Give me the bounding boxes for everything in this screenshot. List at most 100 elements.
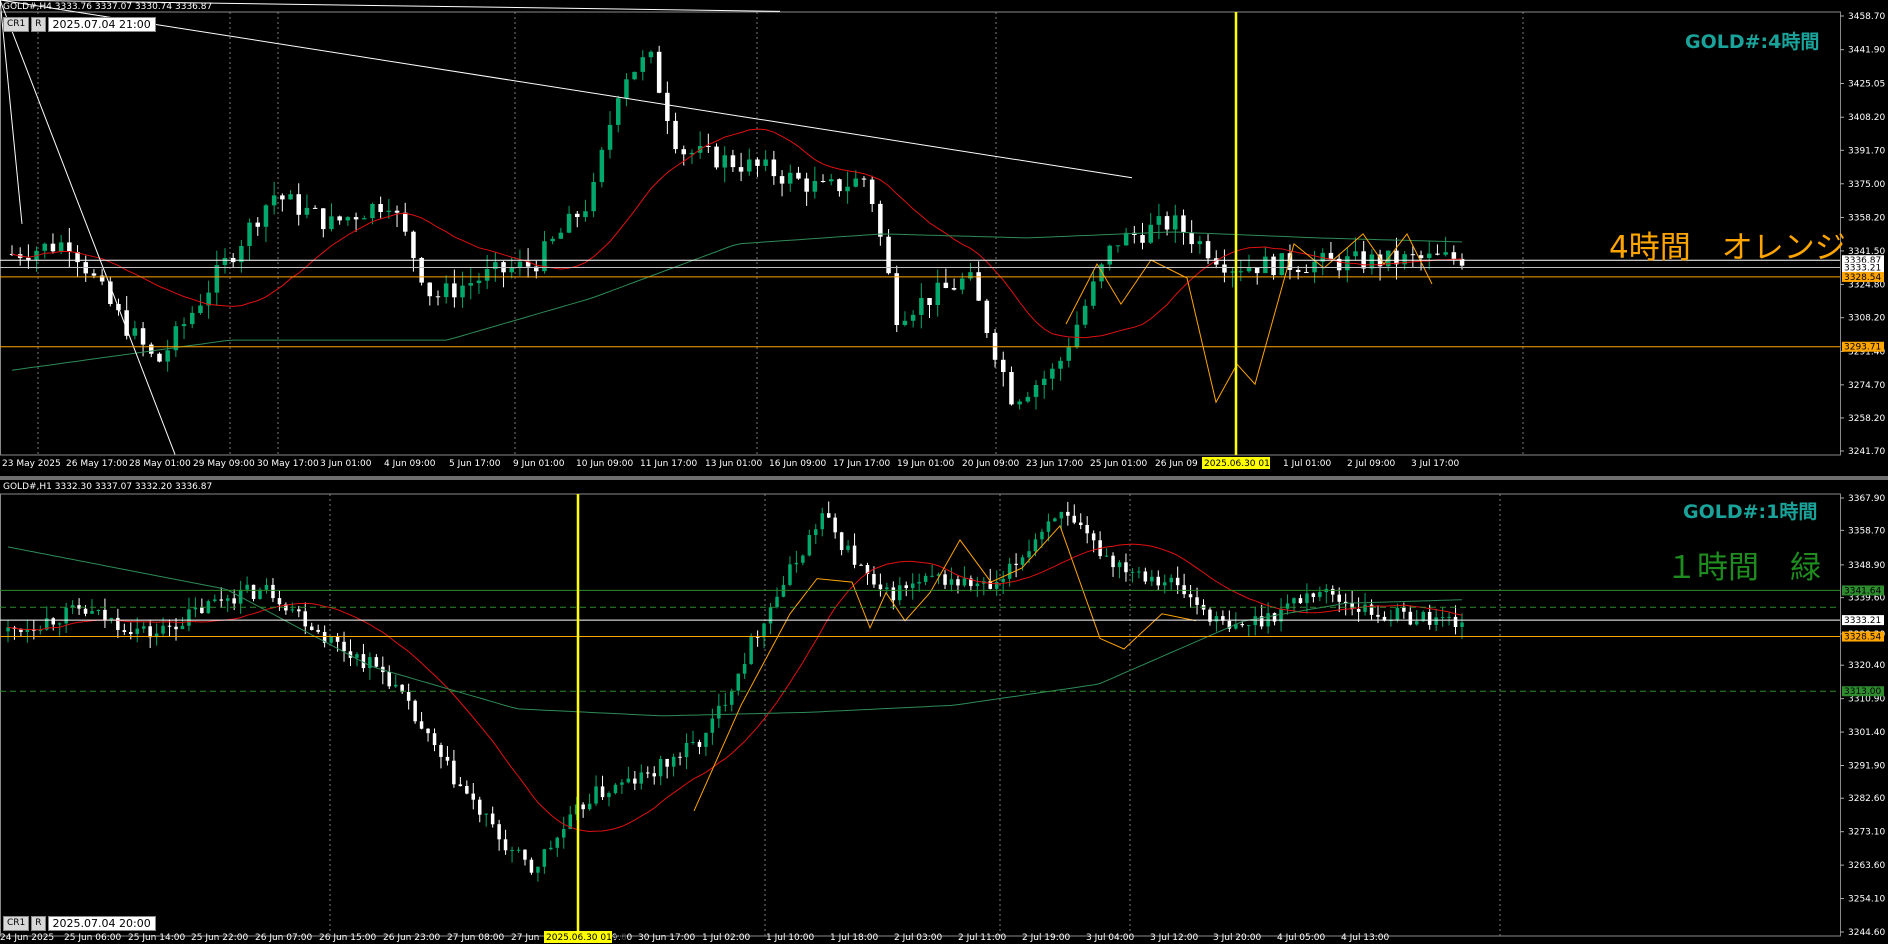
pane2-candle-body — [329, 636, 333, 643]
pane1-candle-body — [706, 146, 711, 147]
pane2-candle-body — [484, 813, 488, 815]
pane1-candle-body — [1156, 216, 1162, 225]
pane1-candle-body — [427, 282, 432, 297]
pane2-candle-body — [1188, 594, 1193, 598]
h1-r-button[interactable]: R — [31, 916, 46, 931]
pane2-price-label: 3291.90 — [1848, 762, 1885, 772]
h4-r-button[interactable]: R — [31, 17, 46, 32]
pane1-candle-body — [730, 155, 736, 168]
pane2-candle-body — [1427, 612, 1432, 625]
pane2-candle-body — [148, 626, 152, 638]
pane2-candle-body — [503, 839, 508, 851]
pane2-candle-body — [135, 628, 139, 634]
pane2-candle-body — [1091, 533, 1096, 541]
pane1-candle-body — [321, 208, 326, 230]
pane2-candle-body — [723, 704, 728, 706]
pane2-candle-body — [943, 574, 947, 585]
pane2-candle-body — [342, 641, 346, 652]
h4-chart-pane[interactable]: 3458.70 3441.90 3425.05 3408.20 3391.70 3375.… — [0, 0, 1888, 476]
h1-datetime-box[interactable]: 2025.07.04 20:00 — [47, 916, 156, 931]
pane1-candle-body — [1197, 241, 1203, 245]
pane1-candle-body — [1115, 245, 1121, 247]
pane2-candle-body — [594, 786, 598, 804]
pane2-time-label: 26 Jun 15:00 — [319, 933, 376, 943]
h1-cr1-button[interactable]: CR1 — [3, 916, 30, 931]
pane1-candle-body — [443, 283, 449, 298]
pane1-candle-body — [804, 178, 809, 192]
pane1-candle-body — [419, 258, 424, 283]
pane1-price-label: 3308.20 — [1848, 314, 1885, 324]
pane1-candle-body — [1033, 385, 1039, 397]
pane2-candle-body — [413, 700, 417, 722]
pane1-candle-body — [1263, 256, 1268, 274]
h1-chart-canvas[interactable]: 3367.903358.703348.903339.603329.303320.… — [0, 480, 1888, 944]
pane2-time-label: 1 Jul 10:00 — [766, 933, 815, 943]
pane2-price-label: 3273.10 — [1848, 828, 1885, 838]
pane2-candle-body — [361, 654, 366, 669]
pane2-candle-body — [1137, 571, 1141, 573]
pane1-candle-body — [484, 269, 490, 281]
pane2-candle-body — [465, 786, 469, 794]
pane1-time-label: 9 Jun 01:00 — [513, 459, 565, 469]
pane1-candle-body — [607, 124, 613, 150]
pane2-candle-body — [523, 849, 527, 860]
pane2-candle-body — [671, 756, 676, 767]
pane2-candle-body — [1020, 557, 1025, 565]
pane1-time-label: 16 Jun 09:00 — [769, 459, 826, 469]
pane2-candle-body — [962, 578, 967, 586]
pane1-candle-body — [755, 159, 760, 166]
pane1-candle-body — [829, 179, 834, 182]
pane1-candle-body — [312, 207, 318, 209]
pane1-time-label: 29 May 09:00 — [193, 459, 255, 469]
h4-chart-canvas[interactable]: 3458.70 3441.90 3425.05 3408.20 3391.70 3375.… — [0, 0, 1888, 476]
pane2-candle-body — [439, 745, 443, 757]
pane1-candle-body — [878, 203, 883, 237]
pane2-candle-body — [891, 587, 896, 601]
pane2-candle-body — [200, 607, 204, 614]
pane2-candle-body — [749, 636, 753, 664]
pane2-candle-body — [898, 585, 902, 601]
pane2-candle-body — [219, 599, 223, 601]
pane2-candle-body — [445, 756, 450, 761]
pane1-candle-body — [1443, 252, 1448, 255]
pane2-candle-body — [1124, 562, 1128, 573]
pane2-candle-body — [1111, 555, 1115, 568]
pane2-candle-body — [1040, 531, 1044, 540]
pane1-time-label: 10 Jun 09:00 — [576, 459, 633, 469]
pane2-candle-body — [600, 786, 605, 798]
pane2-price-label: 3358.70 — [1848, 526, 1885, 536]
pane2-candle-body — [814, 529, 818, 535]
pane1-candle-body — [1369, 254, 1375, 269]
pane2-candle-body — [83, 608, 88, 614]
pane1-candle-body — [1271, 256, 1276, 276]
pane1-cursor-time-text: 2025.06.30 01:00 — [1204, 459, 1285, 469]
pane2-candle-body — [1305, 593, 1309, 604]
pane1-candle-body — [722, 155, 727, 168]
pane2-candle-body — [510, 850, 514, 851]
pane1-candle-body — [1410, 254, 1416, 256]
pane2-time-label: 25 Jun 06:00 — [64, 933, 121, 943]
pane1-candle-body — [214, 265, 220, 293]
pane1-time-label: 13 Jun 01:00 — [705, 459, 762, 469]
pane2-candle-body — [956, 579, 960, 586]
pane1-candle-body — [1173, 215, 1178, 230]
pane2-candle-body — [930, 575, 934, 577]
pane1-plot-frame — [0, 11, 1841, 456]
h1-button-row: CR1 R 2025.07.04 20:00 — [3, 916, 156, 931]
h4-datetime-box[interactable]: 2025.07.04 21:00 — [47, 17, 156, 32]
pane1-candle-body — [271, 195, 277, 206]
pane1-candle-body — [1107, 245, 1112, 265]
pane1-candle-body — [280, 195, 285, 200]
pane2-candle-body — [562, 829, 566, 838]
pane1-candle-body — [640, 57, 645, 72]
pane1-candle-body — [1189, 232, 1194, 245]
pane1-time-label: 20 Jun 09:00 — [962, 459, 1019, 469]
h4-cr1-button[interactable]: CR1 — [3, 17, 30, 32]
pane2-candle-body — [1001, 578, 1005, 583]
h1-chart-pane[interactable]: 3367.903358.703348.903339.603329.303320.… — [0, 480, 1888, 944]
pane2-candle-body — [1079, 522, 1083, 525]
pane1-candle-body — [869, 179, 875, 204]
pane1-time-label: 23 May 2025 — [2, 459, 61, 469]
pane2-candle-body — [801, 555, 805, 563]
pane2-candle-body — [833, 517, 837, 533]
